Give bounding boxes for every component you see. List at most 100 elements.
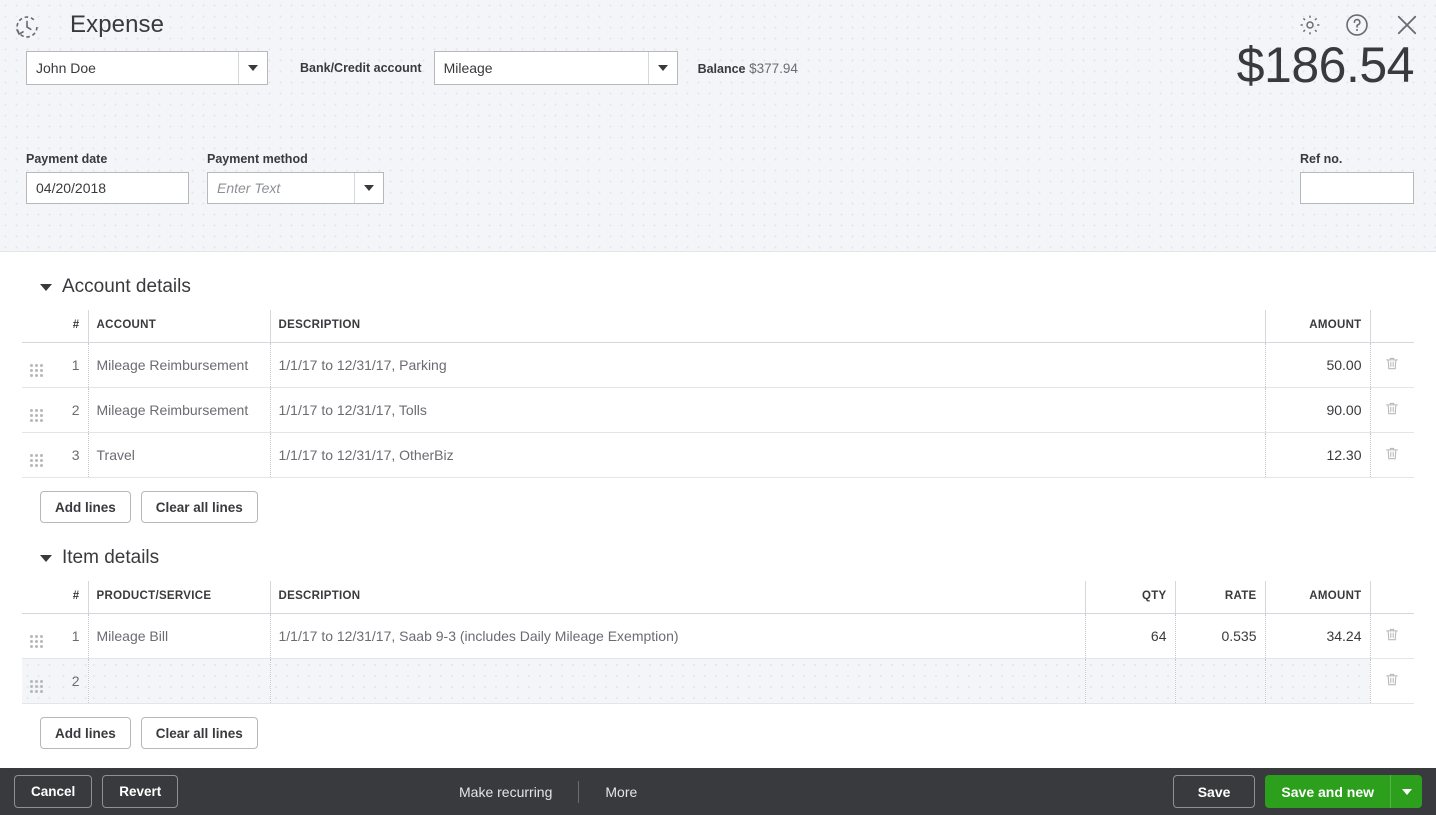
row-qty[interactable]: 64 [1084,613,1175,659]
row-product-service[interactable] [87,658,270,704]
item-details-table: # PRODUCT/SERVICE DESCRIPTION QTY RATE A… [22,581,1414,704]
table-row[interactable]: 2 [22,658,1414,704]
trash-icon[interactable] [1384,671,1400,688]
balance-value: $377.94 [749,60,798,76]
delete-row-button[interactable] [1369,658,1414,704]
item-details-title: Item details [62,547,160,568]
total-amount: $186.54 [1236,37,1415,93]
collapse-caret-icon[interactable] [40,283,52,291]
delete-row-button[interactable] [1369,342,1414,388]
row-account[interactable]: Travel [87,432,270,478]
row-amount[interactable]: 90.00 [1264,387,1370,433]
make-recurring-link[interactable]: Make recurring [433,784,578,800]
bank-account-combobox[interactable] [433,51,678,85]
handle-column-header [22,310,58,343]
drag-handle-icon[interactable] [30,408,43,422]
delete-column-header [1369,310,1414,343]
payment-date-input[interactable] [26,172,189,204]
delete-row-button[interactable] [1369,387,1414,433]
payee-dropdown-arrow[interactable] [238,52,267,84]
drag-handle-cell[interactable] [22,613,58,659]
add-lines-button[interactable]: Add lines [40,717,131,749]
bank-account-input[interactable] [434,52,648,84]
item-details-line-buttons: Add lines Clear all lines [22,704,1414,749]
account-column-header: ACCOUNT [87,310,270,343]
form-header: Expense $186.54 John Doe Bank/Credit acc… [0,0,1436,252]
account-details-title: Account details [62,276,191,297]
product-service-column-header: PRODUCT/SERVICE [87,581,270,614]
payee-row: Bank/Credit account Balance $377.94 [0,51,1436,85]
footer-left-actions: Cancel Revert [14,775,179,808]
drag-handle-cell[interactable] [22,658,58,704]
cancel-button[interactable]: Cancel [14,775,93,808]
help-icon[interactable] [1344,12,1370,38]
add-lines-button[interactable]: Add lines [40,491,131,523]
row-amount[interactable] [1264,658,1370,704]
row-rate[interactable]: 0.535 [1174,613,1265,659]
num-column-header: # [58,581,88,614]
table-row[interactable]: 1 Mileage Bill 1/1/17 to 12/31/17, Saab … [22,613,1414,659]
trash-icon[interactable] [1384,445,1400,462]
account-details-header-row: # ACCOUNT DESCRIPTION AMOUNT [22,310,1414,343]
row-description[interactable] [269,658,1085,704]
table-row[interactable]: 2 Mileage Reimbursement 1/1/17 to 12/31/… [22,387,1414,433]
row-account[interactable]: Mileage Reimbursement [87,342,270,388]
drag-handle-icon[interactable] [30,634,43,648]
table-row[interactable]: 3 Travel 1/1/17 to 12/31/17, OtherBiz 12… [22,432,1414,478]
table-row[interactable]: 1 Mileage Reimbursement 1/1/17 to 12/31/… [22,342,1414,388]
drag-handle-icon[interactable] [30,453,43,467]
save-options-dropdown[interactable] [1390,775,1422,808]
drag-handle-icon[interactable] [30,363,43,377]
save-button[interactable]: Save [1172,775,1256,808]
payee-input[interactable] [27,52,238,84]
drag-handle-cell[interactable] [22,387,58,433]
row-amount[interactable]: 34.24 [1264,613,1370,659]
account-balance: Balance $377.94 [698,61,798,76]
payment-date-label: Payment date [26,152,108,166]
save-and-new-button[interactable]: Save and new [1265,775,1390,808]
clear-all-lines-button[interactable]: Clear all lines [140,717,258,749]
payment-method-field: Payment method [207,152,384,204]
bank-account-label: Bank/Credit account [300,61,422,75]
gear-icon[interactable] [1298,13,1322,37]
bank-account-dropdown-arrow[interactable] [647,52,677,84]
row-number: 2 [58,387,88,433]
drag-handle-cell[interactable] [22,342,58,388]
more-link[interactable]: More [579,784,663,800]
footer-center-actions: Make recurring More [433,780,663,803]
row-qty[interactable] [1084,658,1175,704]
collapse-caret-icon[interactable] [40,554,52,562]
item-details-header: Item details [22,523,1414,581]
clear-all-lines-button[interactable]: Clear all lines [140,491,258,523]
row-product-service[interactable]: Mileage Bill [87,613,270,659]
trash-icon[interactable] [1384,355,1400,372]
form-body: Account details # ACCOUNT DESCRIPTION AM… [0,252,1436,749]
revert-button[interactable]: Revert [102,775,179,808]
recurring-clock-icon[interactable] [10,10,44,44]
chevron-down-icon [364,185,374,191]
delete-row-button[interactable] [1369,613,1414,659]
description-column-header: DESCRIPTION [269,581,1085,614]
row-description[interactable]: 1/1/17 to 12/31/17, OtherBiz [269,432,1265,478]
payment-method-input[interactable] [208,173,354,203]
row-description[interactable]: 1/1/17 to 12/31/17, Parking [269,342,1265,388]
ref-no-input[interactable] [1300,172,1414,204]
row-account[interactable]: Mileage Reimbursement [87,387,270,433]
row-amount[interactable]: 12.30 [1264,432,1370,478]
drag-handle-cell[interactable] [22,432,58,478]
form-footer: Cancel Revert Make recurring More Save S… [0,768,1436,815]
close-icon[interactable] [1392,10,1422,40]
row-description[interactable]: 1/1/17 to 12/31/17, Saab 9-3 (includes D… [269,613,1085,659]
row-amount[interactable]: 50.00 [1264,342,1370,388]
trash-icon[interactable] [1384,400,1400,417]
footer-right-actions: Save Save and new [1172,775,1422,808]
payment-method-dropdown-arrow[interactable] [354,173,383,203]
row-rate[interactable] [1174,658,1265,704]
payee-combobox[interactable] [26,51,268,85]
drag-handle-icon[interactable] [30,679,43,693]
trash-icon[interactable] [1384,626,1400,643]
payment-method-combobox[interactable] [207,172,384,204]
account-details-table: # ACCOUNT DESCRIPTION AMOUNT 1 Mileage R… [22,310,1414,478]
row-description[interactable]: 1/1/17 to 12/31/17, Tolls [269,387,1265,433]
delete-row-button[interactable] [1369,432,1414,478]
